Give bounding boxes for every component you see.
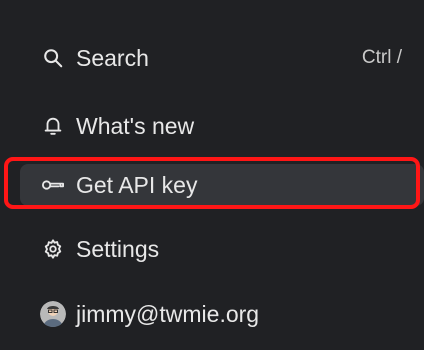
menu-item-settings[interactable]: Settings	[40, 227, 424, 271]
search-shortcut-hint: Ctrl /	[361, 47, 402, 68]
menu-item-whats-new-label: What's new	[76, 112, 195, 139]
menu-item-settings-label: Settings	[76, 235, 160, 262]
menu-item-search-label: Search	[76, 44, 149, 71]
menu-item-whats-new[interactable]: What's new	[40, 104, 424, 148]
menu-item-account[interactable]: jimmy@twmie.org	[40, 292, 424, 336]
bell-icon	[40, 113, 66, 139]
highlight-frame	[4, 157, 420, 209]
gear-icon	[40, 236, 66, 262]
menu-item-search[interactable]: Search Ctrl /	[40, 36, 424, 80]
search-icon	[40, 45, 66, 71]
account-email-label: jimmy@twmie.org	[76, 300, 260, 327]
avatar	[40, 301, 66, 327]
